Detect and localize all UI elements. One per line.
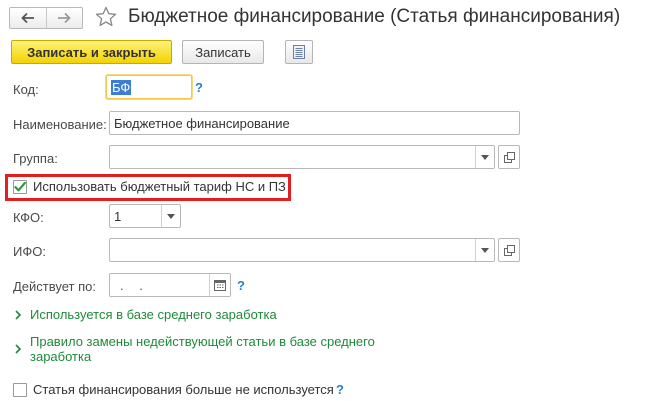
forward-button[interactable] xyxy=(45,8,83,28)
not-used-checkbox[interactable] xyxy=(13,383,27,397)
triangle-down-icon xyxy=(481,154,489,160)
kfo-field[interactable]: 1 xyxy=(109,204,181,228)
group-dropdown-button[interactable] xyxy=(475,146,494,168)
code-label: Код: xyxy=(13,82,39,97)
budget-tariff-label: Использовать бюджетный тариф НС и ПЗ xyxy=(33,179,286,194)
open-window-icon xyxy=(503,244,515,256)
star-icon xyxy=(95,6,117,27)
save-and-close-button[interactable]: Записать и закрыть xyxy=(11,40,172,64)
triangle-down-icon xyxy=(167,213,175,219)
valid-until-field[interactable]: . . xyxy=(109,273,231,297)
name-label: Наименование: xyxy=(13,117,107,132)
chevron-right-icon xyxy=(14,342,22,357)
used-in-average-earnings-link[interactable]: Используется в базе среднего заработка xyxy=(30,307,277,322)
kfo-dropdown-button[interactable] xyxy=(161,205,180,227)
back-button[interactable] xyxy=(10,8,46,28)
kfo-value: 1 xyxy=(114,208,122,224)
arrow-left-icon xyxy=(20,12,34,24)
open-window-icon xyxy=(503,151,515,163)
kfo-label: КФО: xyxy=(13,210,44,225)
name-value: Бюджетное финансирование xyxy=(114,115,290,131)
group-field[interactable] xyxy=(109,145,495,169)
list-icon xyxy=(293,45,305,59)
triangle-down-icon xyxy=(481,247,489,253)
ifo-label: ИФО: xyxy=(13,244,46,259)
page-title: Бюджетное финансирование (Статья финанси… xyxy=(128,6,621,27)
ifo-dropdown-button[interactable] xyxy=(475,239,494,261)
valid-until-value: . . xyxy=(120,277,149,293)
calendar-icon xyxy=(214,280,226,291)
group-label: Группа: xyxy=(13,151,58,166)
favorite-button[interactable] xyxy=(94,5,118,29)
group-open-button[interactable] xyxy=(498,145,520,169)
list-view-button[interactable] xyxy=(285,40,313,64)
not-used-label: Статья финансирования больше не использу… xyxy=(33,382,334,397)
valid-until-label: Действует по: xyxy=(13,279,96,294)
ifo-field[interactable] xyxy=(109,238,495,262)
save-button[interactable]: Записать xyxy=(182,40,264,64)
budget-tariff-checkbox[interactable] xyxy=(13,180,27,194)
name-field[interactable]: Бюджетное финансирование xyxy=(109,111,520,135)
navigation-buttons xyxy=(9,7,83,29)
code-value: БФ xyxy=(111,79,132,95)
chevron-right-icon xyxy=(14,308,22,323)
not-used-help-icon[interactable]: ? xyxy=(336,382,344,397)
replacement-rule-link-line2[interactable]: заработка xyxy=(30,349,91,364)
arrow-right-icon xyxy=(58,12,72,24)
checkmark-icon xyxy=(14,181,26,192)
code-field[interactable]: БФ xyxy=(106,75,192,99)
ifo-open-button[interactable] xyxy=(498,238,520,262)
replacement-rule-link-line1[interactable]: Правило замены недействующей статьи в ба… xyxy=(30,334,375,349)
code-help-icon[interactable]: ? xyxy=(195,80,203,95)
calendar-button[interactable] xyxy=(209,274,230,296)
valid-until-help-icon[interactable]: ? xyxy=(237,278,245,293)
